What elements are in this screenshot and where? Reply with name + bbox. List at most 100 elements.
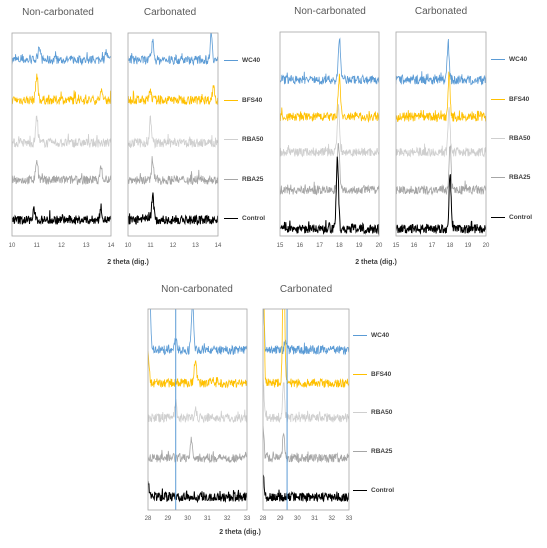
- x-tick-label: 11: [147, 243, 154, 249]
- legend-label: RBA25: [371, 448, 393, 455]
- x-tick-label: 19: [465, 243, 472, 249]
- title-carbonated-2: Carbonated: [414, 6, 468, 17]
- legend-label: Control: [509, 214, 533, 221]
- legend-item-rba25: RBA25: [491, 174, 530, 181]
- legend-label: BFS40: [371, 371, 392, 378]
- series-line-wc40: [128, 33, 218, 66]
- series-line-control: [148, 480, 247, 504]
- xrd-figure: 10 11 12 13 14 10 11 12 13 14 15 16 17 18 19 20 15 16 17 18…: [0, 0, 547, 548]
- series-line-bfs40: [128, 85, 218, 105]
- x-tick-label: 33: [346, 516, 353, 522]
- xrd-plots: 10 11 12 13 14 10 11 12 13 14 15 16 17 18 19 20 15 16 17 18…: [9, 31, 490, 522]
- legend-label: RBA25: [509, 174, 531, 181]
- legend-swatch: [491, 98, 505, 101]
- legend-swatch: [224, 59, 238, 62]
- legend-item-rba50: RBA50: [491, 135, 530, 142]
- legend-swatch: [491, 216, 505, 219]
- x-tick-label: 16: [411, 243, 418, 249]
- legend-swatch: [353, 411, 367, 414]
- legend-item-wc40: WC40: [353, 332, 389, 339]
- legend-item-rba50: RBA50: [353, 409, 392, 416]
- plot-frame: [262, 308, 350, 511]
- series-line-wc40: [280, 37, 379, 86]
- x-tick-label: 30: [184, 516, 191, 522]
- x-tick-label: 15: [277, 243, 284, 249]
- series-line-bfs40: [12, 73, 111, 106]
- series-line-rba25: [148, 436, 247, 464]
- legend-item-bfs40: BFS40: [491, 96, 529, 103]
- x-tick-label: 20: [483, 243, 490, 249]
- series-line-wc40: [396, 38, 486, 86]
- legend-swatch: [353, 450, 367, 453]
- legend-label: RBA50: [371, 409, 393, 416]
- legend-swatch: [224, 217, 238, 220]
- legend-item-bfs40: BFS40: [224, 97, 262, 104]
- legend-item-wc40: WC40: [491, 56, 527, 63]
- x-tick-label: 14: [215, 243, 222, 249]
- legend-label: WC40: [509, 56, 528, 63]
- legend-label: WC40: [242, 57, 261, 64]
- title-noncarbonated-3: Non-carbonated: [161, 284, 233, 295]
- plot-frame: [147, 308, 248, 511]
- series-line-rba50: [148, 399, 247, 424]
- series-line-rba25: [263, 426, 349, 464]
- x-axis-label-3: 2 theta (dig.): [219, 529, 261, 536]
- series-line-bfs40: [148, 351, 247, 389]
- series-line-wc40: [150, 309, 247, 356]
- series-line-control: [128, 192, 218, 226]
- x-tick-label: 17: [429, 243, 436, 249]
- series-line-rba25: [12, 160, 111, 186]
- x-tick-label: 15: [393, 243, 400, 249]
- series-line-rba25: [128, 156, 218, 186]
- legend-swatch: [353, 373, 367, 376]
- legend-label: WC40: [371, 332, 390, 339]
- series-line-wc40: [263, 309, 349, 356]
- x-tick-label: 19: [356, 243, 363, 249]
- x-tick-label: 16: [296, 243, 303, 249]
- legend-label: RBA50: [509, 135, 531, 142]
- legend-swatch: [224, 138, 238, 141]
- legend-swatch: [491, 137, 505, 140]
- legend-item-bfs40: BFS40: [353, 371, 391, 378]
- x-tick-label: 12: [58, 243, 65, 249]
- series-line-rba50: [128, 115, 218, 149]
- x-tick-label: 20: [376, 243, 383, 249]
- x-tick-label: 31: [311, 516, 318, 522]
- series-line-rba50: [280, 104, 379, 158]
- legend-item-control: Control: [224, 215, 265, 222]
- legend-swatch: [224, 178, 238, 181]
- x-tick-label: 13: [192, 243, 199, 249]
- x-tick-label: 31: [204, 516, 211, 522]
- legend-item-rba25: RBA25: [224, 176, 263, 183]
- x-axis-label-1: 2 theta (dig.): [107, 259, 149, 266]
- x-tick-label: 14: [108, 243, 115, 249]
- plot-frame: [11, 32, 112, 237]
- legend-label: BFS40: [242, 97, 263, 104]
- x-tick-label: 13: [83, 243, 90, 249]
- title-carbonated-3: Carbonated: [279, 284, 333, 295]
- legend-item-rba50: RBA50: [224, 136, 263, 143]
- legend-label: RBA25: [242, 176, 264, 183]
- x-tick-label: 12: [170, 243, 177, 249]
- series-line-control: [396, 174, 486, 235]
- title-carbonated-1: Carbonated: [143, 7, 197, 18]
- title-noncarbonated-1: Non-carbonated: [22, 7, 94, 18]
- x-tick-label: 18: [336, 243, 343, 249]
- legend-swatch: [491, 58, 505, 61]
- x-axis-label-2: 2 theta (dig.): [355, 259, 397, 266]
- legend-swatch: [353, 334, 367, 337]
- legend-swatch: [224, 99, 238, 102]
- legend-label: Control: [371, 487, 395, 494]
- legend-swatch: [491, 176, 505, 179]
- x-tick-label: 10: [125, 243, 132, 249]
- legend-label: Control: [242, 215, 266, 222]
- series-line-wc40: [12, 46, 111, 66]
- legend-swatch: [353, 489, 367, 492]
- plot-frame: [279, 31, 380, 237]
- legend-item-control: Control: [353, 487, 394, 494]
- x-tick-label: 11: [34, 243, 41, 249]
- series-line-control: [12, 203, 111, 226]
- plot-frame: [395, 31, 487, 237]
- x-tick-label: 32: [224, 516, 231, 522]
- series-line-bfs40: [263, 309, 349, 389]
